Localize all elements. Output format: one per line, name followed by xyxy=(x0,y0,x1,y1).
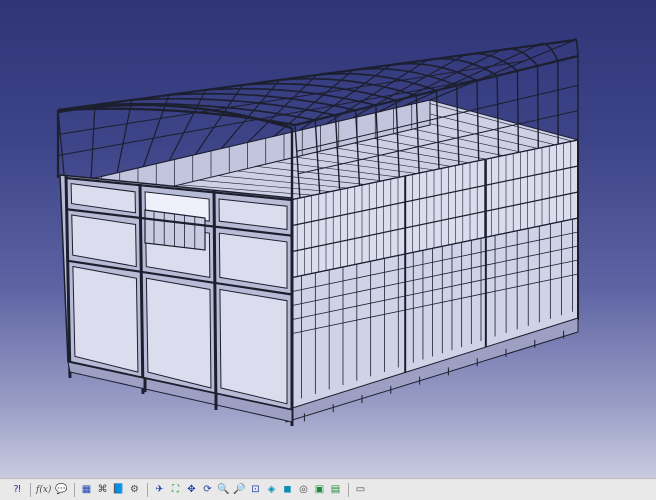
hide-show-button[interactable]: ◎ xyxy=(296,483,310,497)
zoom-in-button[interactable]: 🔍 xyxy=(216,483,230,497)
table-button[interactable]: ▦ xyxy=(79,483,93,497)
toolbar-separator xyxy=(147,482,149,497)
front-wall-panel xyxy=(219,288,288,405)
normal-view-button[interactable]: ⊡ xyxy=(248,483,262,497)
fit-all-icon: ⛶ xyxy=(171,483,179,495)
tree-expand-button[interactable]: ⌘ xyxy=(95,483,109,497)
capture-icon: ▭ xyxy=(355,483,366,495)
bulb-icon: ⚙ xyxy=(129,483,139,495)
3d-viewport[interactable] xyxy=(0,0,656,478)
swap-visible-button[interactable]: ▣ xyxy=(312,483,326,497)
front-wall-panel xyxy=(145,277,212,389)
camera-icon: ▤ xyxy=(330,483,341,495)
rotate-icon: ⟳ xyxy=(203,483,212,495)
catalog-button[interactable]: 📘 xyxy=(111,483,125,497)
truck-body-3d-model xyxy=(56,37,579,426)
speech-bubble-icon: 💬 xyxy=(55,483,68,495)
capture-button[interactable]: ▭ xyxy=(353,483,367,497)
toolbar-separator xyxy=(30,482,31,497)
toolbar-separator xyxy=(348,482,350,497)
pan-button[interactable]: ✥ xyxy=(184,483,198,497)
shading-icon: ◼ xyxy=(283,483,292,495)
canopy-upright-far xyxy=(168,89,207,161)
comment-button[interactable]: 💬 xyxy=(54,483,68,497)
shading-button[interactable]: ◼ xyxy=(280,483,294,497)
canopy-upright-far xyxy=(116,99,133,173)
normal-view-icon: ⊡ xyxy=(251,483,260,495)
front-wall-panel xyxy=(72,265,139,373)
zoom-out-icon: 🔎 xyxy=(233,483,246,495)
cube-view-icon: ◈ xyxy=(267,483,276,495)
canopy-upright xyxy=(536,65,539,149)
iso-view-button[interactable]: ◈ xyxy=(264,483,278,497)
formula-icon: f(x) xyxy=(36,484,52,495)
help-question-icon: ⁈ xyxy=(13,483,21,495)
toolbar-separator xyxy=(74,482,76,497)
canopy-hoop xyxy=(537,42,559,62)
hide-show-icon: ◎ xyxy=(299,483,308,495)
canopy-hoop xyxy=(574,37,579,57)
canopy-hoop xyxy=(353,67,458,87)
camera-button[interactable]: ▤ xyxy=(328,483,342,497)
whats-this-help-button[interactable]: ⁈ xyxy=(10,483,24,497)
rotate-button[interactable]: ⟳ xyxy=(200,483,214,497)
book-icon: 📘 xyxy=(112,483,125,495)
front-wall-post xyxy=(212,190,218,411)
tree-icon: ⌘ xyxy=(97,483,108,495)
knowledge-button[interactable]: ⚙ xyxy=(127,483,141,497)
canopy-hoop xyxy=(464,52,518,72)
bottom-toolbar: ⁈ f(x) 💬 ▦ ⌘ 📘 ⚙ ✈ ⛶ ✥ ⟳ 🔍 🔎 ⊡ ◈ ◼ ◎ ▣ ▤ ▭ xyxy=(0,478,656,500)
formula-button[interactable]: f(x) xyxy=(35,483,52,497)
fly-mode-button[interactable]: ✈ xyxy=(152,483,166,497)
zoom-in-icon: 🔍 xyxy=(217,483,230,495)
zoom-out-button[interactable]: 🔎 xyxy=(232,483,246,497)
fit-all-button[interactable]: ⛶ xyxy=(168,483,182,497)
table-icon: ▦ xyxy=(81,483,92,495)
canopy-upright-far xyxy=(90,104,96,179)
fly-icon: ✈ xyxy=(155,483,164,495)
swap-space-icon: ▣ xyxy=(314,483,325,495)
pan-icon: ✥ xyxy=(187,483,196,495)
